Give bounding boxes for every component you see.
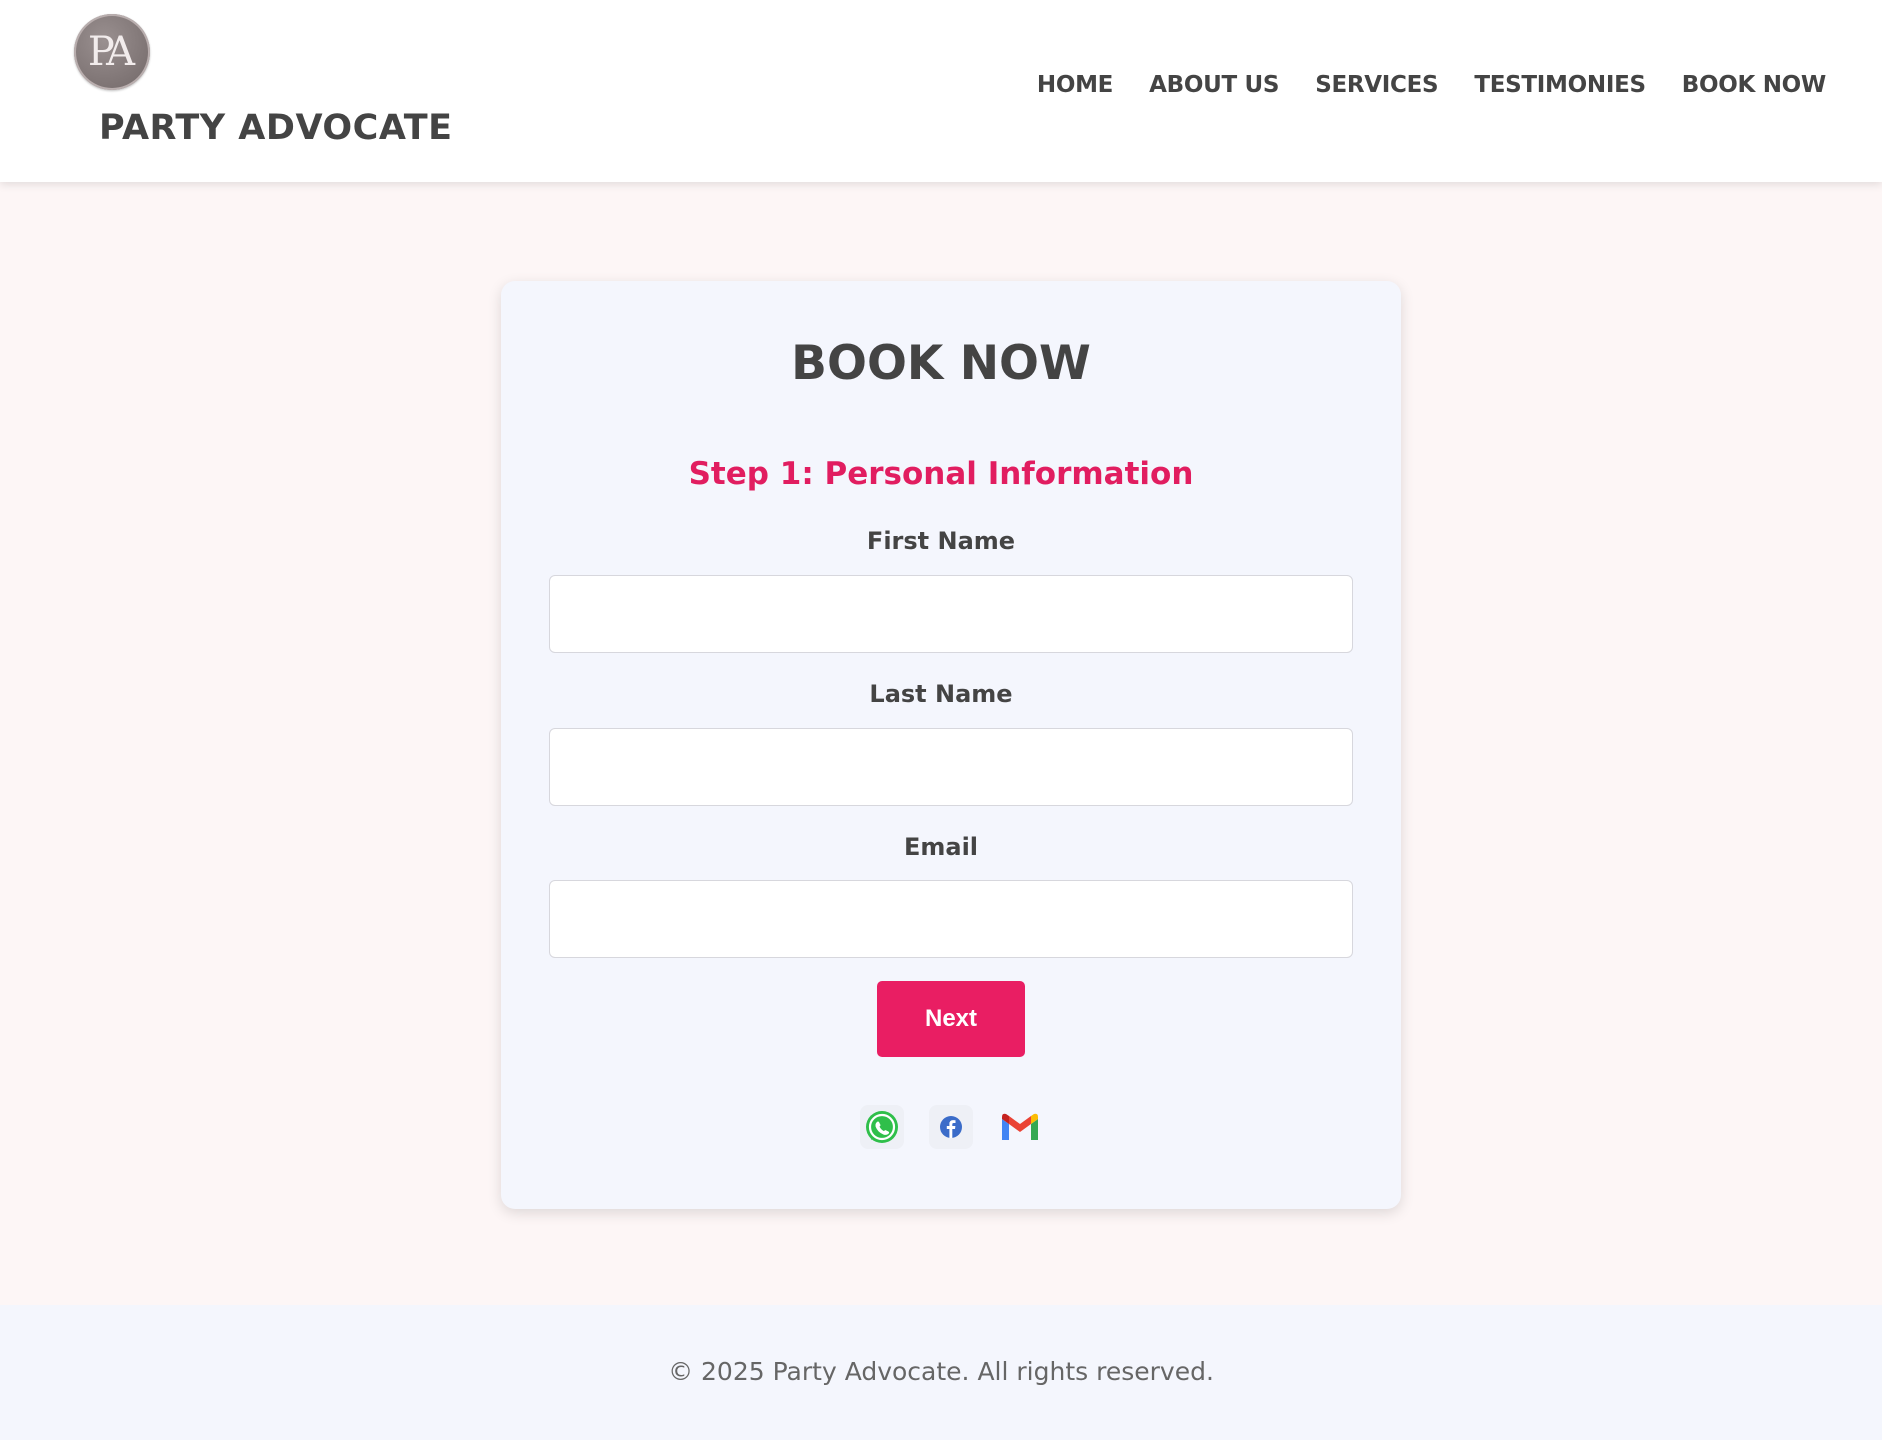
nav-testimonies[interactable]: TESTIMONIES xyxy=(1474,72,1646,98)
facebook-icon[interactable] xyxy=(929,1105,973,1149)
nav-about-us[interactable]: ABOUT US xyxy=(1149,72,1279,98)
step-title: Step 1: Personal Information xyxy=(688,456,1194,492)
first-name-label: First Name xyxy=(866,527,1016,555)
social-links xyxy=(860,1105,1042,1149)
main-nav: HOME ABOUT US SERVICES TESTIMONIES BOOK … xyxy=(1037,72,1826,98)
email-label: Email xyxy=(903,833,979,861)
brand-name[interactable]: PARTY ADVOCATE xyxy=(99,108,453,148)
next-button[interactable]: Next xyxy=(877,981,1025,1057)
logo-monogram: PA xyxy=(87,29,135,75)
site-header: PA PARTY ADVOCATE HOME ABOUT US SERVICES… xyxy=(0,0,1882,182)
last-name-label: Last Name xyxy=(869,680,1013,708)
email-input[interactable] xyxy=(549,880,1353,958)
logo-icon[interactable]: PA xyxy=(74,14,150,90)
first-name-input[interactable] xyxy=(549,575,1353,653)
copyright-text: © 2025 Party Advocate. All rights reserv… xyxy=(668,1357,1214,1386)
whatsapp-icon[interactable] xyxy=(860,1105,904,1149)
last-name-input[interactable] xyxy=(549,728,1353,806)
nav-home[interactable]: HOME xyxy=(1037,72,1114,98)
nav-services[interactable]: SERVICES xyxy=(1315,72,1438,98)
gmail-icon[interactable] xyxy=(998,1105,1042,1149)
page-title: BOOK NOW xyxy=(791,336,1091,391)
nav-book-now[interactable]: BOOK NOW xyxy=(1682,72,1827,98)
